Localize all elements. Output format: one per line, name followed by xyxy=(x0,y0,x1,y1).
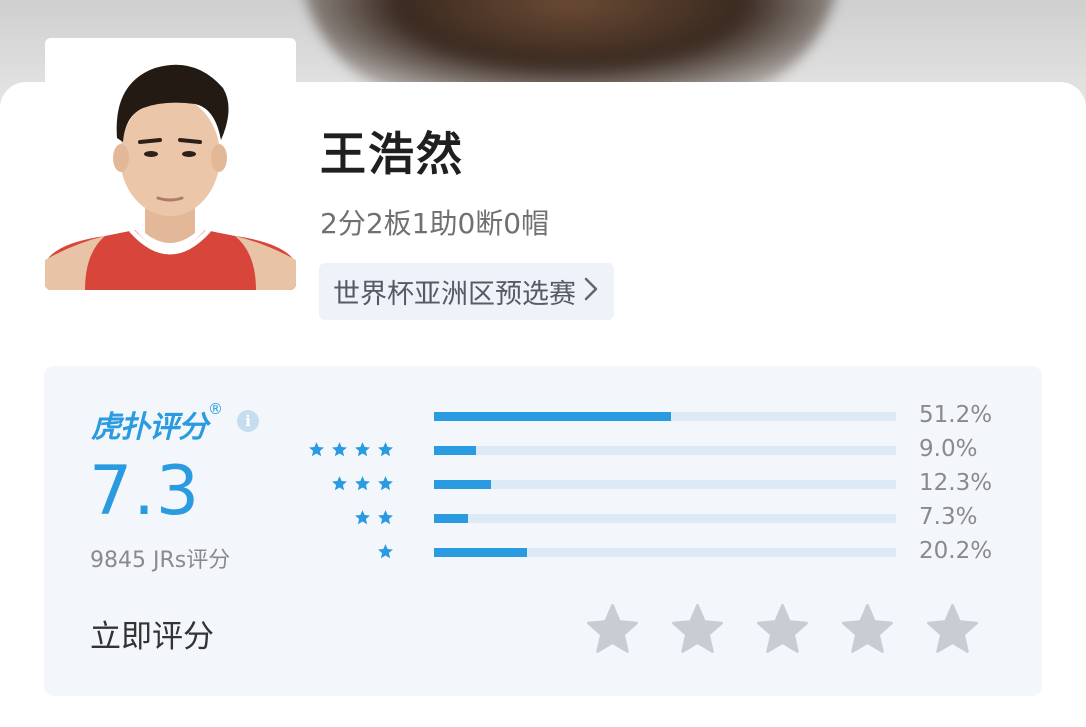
rating-percent: 20.2% xyxy=(919,538,993,564)
star-icon xyxy=(331,475,348,496)
rate-now-label: 立即评分 xyxy=(90,619,214,655)
rating-bar-track xyxy=(434,446,896,455)
rating-row-1-star: 20.2% xyxy=(324,538,1024,565)
rating-row-2-star: 7.3% xyxy=(324,504,1024,531)
rating-count: 9845 JRs评分 xyxy=(90,548,231,573)
star-icon xyxy=(377,509,394,530)
registered-mark: ® xyxy=(208,400,223,418)
rating-row-stars xyxy=(377,543,394,564)
rating-bar-fill xyxy=(434,480,491,489)
rating-percent: 7.3% xyxy=(919,504,978,530)
rating-bar-fill xyxy=(434,446,476,455)
competition-tag-label: 世界杯亚洲区预选赛 xyxy=(333,279,576,310)
star-icon xyxy=(354,509,371,530)
rating-percent: 9.0% xyxy=(919,436,978,462)
rating-row-5-star: 51.2% xyxy=(324,402,1024,429)
rating-row-3-star: 12.3% xyxy=(324,470,1024,497)
rate-star-5-icon[interactable] xyxy=(924,602,981,657)
rating-panel: 虎扑评分 ® i 7.3 9845 JRs评分 立即评分 51.2% 9.0% 12… xyxy=(44,366,1042,696)
star-icon xyxy=(308,441,325,462)
rate-star-3-icon[interactable] xyxy=(754,602,811,657)
rating-row-stars xyxy=(308,441,394,462)
rating-bar-fill xyxy=(434,412,671,421)
rating-row-stars xyxy=(354,509,394,530)
star-icon xyxy=(354,441,371,462)
star-icon xyxy=(331,441,348,462)
rating-bar-track xyxy=(434,480,896,489)
star-icon xyxy=(377,475,394,496)
player-photo xyxy=(45,38,296,290)
chevron-right-icon xyxy=(584,275,598,308)
rating-brand-logo: 虎扑评分 xyxy=(91,410,208,445)
star-icon xyxy=(354,475,371,496)
rating-bar-fill xyxy=(434,548,528,557)
player-name: 王浩然 xyxy=(320,127,464,181)
rating-score: 7.3 xyxy=(89,452,201,531)
rate-star-4-icon[interactable] xyxy=(839,602,896,657)
rating-bar-track xyxy=(434,548,896,557)
rating-percent: 12.3% xyxy=(919,470,993,496)
rating-row-stars xyxy=(331,475,394,496)
rating-bar-track xyxy=(434,412,896,421)
info-icon[interactable]: i xyxy=(237,410,259,432)
user-rating-stars xyxy=(584,602,981,657)
player-stats-line: 2分2板1助0断0帽 xyxy=(320,207,550,240)
rating-row-4-star: 9.0% xyxy=(309,436,1024,463)
star-icon xyxy=(377,441,394,462)
rating-bar-fill xyxy=(434,514,468,523)
rating-bar-track xyxy=(434,514,896,523)
rate-star-2-icon[interactable] xyxy=(669,602,726,657)
rating-brand: 虎扑评分 ® i xyxy=(91,400,259,446)
rate-star-1-icon[interactable] xyxy=(584,602,641,657)
star-icon xyxy=(377,543,394,564)
competition-tag-button[interactable]: 世界杯亚洲区预选赛 xyxy=(319,263,614,320)
rating-percent: 51.2% xyxy=(919,402,993,428)
